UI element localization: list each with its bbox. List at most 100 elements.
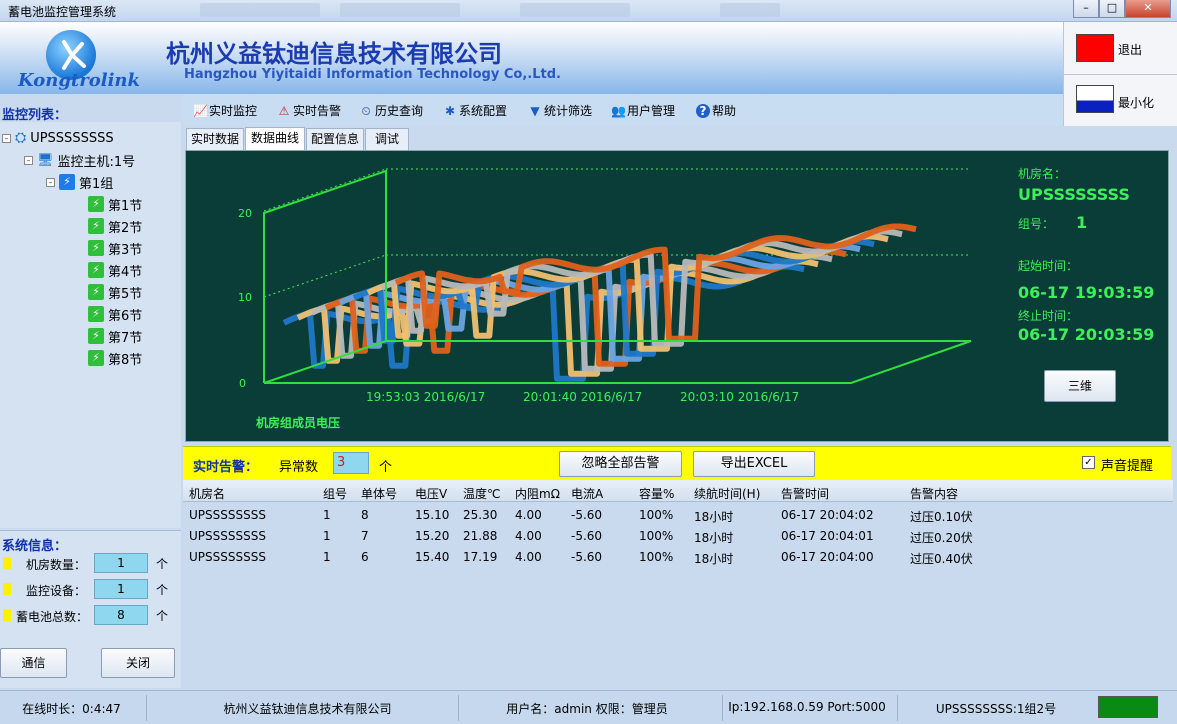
- column-header[interactable]: 单体号: [361, 485, 397, 502]
- tab-data-curve[interactable]: 数据曲线: [245, 127, 305, 150]
- clock-icon: ⏲: [361, 103, 371, 118]
- toolbar-help[interactable]: ? 帮助: [696, 102, 736, 119]
- window-maximize-button[interactable]: □: [1099, 0, 1125, 18]
- tree-node-cell[interactable]: ⚡ 第5节: [88, 282, 142, 302]
- tab-realtime-data[interactable]: 实时数据: [186, 128, 244, 150]
- column-header[interactable]: 告警时间: [781, 485, 829, 502]
- tree-node-cell[interactable]: ⚡ 第6节: [88, 304, 142, 324]
- toolbar-realtime-alarm[interactable]: ⚠ 实时告警: [277, 102, 341, 119]
- window-close-button[interactable]: ✕: [1125, 0, 1171, 18]
- status-user: 用户名：admin 权限：管理员: [506, 702, 668, 716]
- minimize-button[interactable]: [1076, 85, 1114, 113]
- collapse-icon[interactable]: –: [46, 177, 55, 187]
- column-header[interactable]: 容量%: [639, 485, 674, 502]
- toolbar-realtime-monitor[interactable]: 📈 实时监控: [193, 102, 257, 119]
- voltage-chart-panel: 0 10 20 19:53:03 2016/6/17 20:01:40 2016…: [185, 150, 1169, 442]
- table-cell: 18小时: [694, 552, 734, 566]
- tree-node-label: 第3节: [108, 242, 143, 258]
- 3d-view-button[interactable]: 三维: [1044, 370, 1116, 402]
- table-cell: 06-17 20:04:02: [781, 508, 874, 522]
- online-duration: 在线时长：0:4:47: [22, 702, 121, 716]
- toolbar-label: 历史查询: [375, 104, 424, 118]
- room-name-value: UPSSSSSSSS: [1018, 185, 1130, 204]
- table-cell: -5.60: [571, 529, 603, 543]
- start-time-label: 起始时间：: [1018, 259, 1079, 273]
- toolbar-system-config[interactable]: ✱ 系统配置: [443, 102, 507, 119]
- system-info-panel: 系统信息： 机房数量： 1 个 监控设备： 1 个 蓄电池总数： 8 个: [0, 530, 181, 638]
- table-row[interactable]: UPSSSSSSSS 1 8 15.10 25.30 4.00 -5.60 100% 18小时 0…: [183, 506, 1173, 526]
- gear-icon: ✱: [444, 103, 456, 118]
- alarm-count-unit: 个: [379, 460, 393, 475]
- voltage-chart: 0 10 20 19:53:03 2016/6/17 20:01:40 2016…: [238, 168, 972, 430]
- sound-alert-checkbox[interactable]: ✓: [1082, 456, 1095, 469]
- table-cell: 100%: [639, 508, 674, 522]
- y-tick-label: 10: [238, 291, 252, 304]
- column-header[interactable]: 温度℃: [463, 485, 500, 502]
- column-header[interactable]: 电流A: [571, 485, 603, 502]
- battery-group-icon: ⚡: [59, 174, 75, 190]
- alarm-table: 机房名 组号 单体号 电压V 温度℃ 内阻mΩ 电流A 容量% 续航时间(H) 告警时间 告警内容 …: [183, 480, 1173, 688]
- tab-config-info[interactable]: 配置信息: [306, 128, 364, 150]
- tree-node-label: 第4节: [108, 264, 143, 280]
- background-window-tab: [520, 3, 630, 17]
- gridline: [263, 168, 387, 212]
- collapse-icon[interactable]: –: [24, 155, 33, 165]
- indicator: [3, 609, 11, 621]
- tree-node-host[interactable]: – 🖥 监控主机:1号: [24, 150, 135, 170]
- tree-node-cell[interactable]: ⚡ 第3节: [88, 238, 142, 258]
- window-minimize-button[interactable]: –: [1073, 0, 1099, 18]
- tree-node-label: UPSSSSSSSS: [30, 130, 114, 146]
- table-cell: 过压0.10伏: [910, 510, 973, 524]
- unit: 个: [156, 557, 169, 571]
- table-row[interactable]: UPSSSSSSSS 1 7 15.20 21.88 4.00 -5.60 100% 18小时 0…: [183, 527, 1173, 547]
- x-tick-label: 19:53:03 2016/6/17: [366, 390, 485, 404]
- table-cell: UPSSSSSSSS: [189, 529, 266, 543]
- toolbar-history-query[interactable]: ⏲ 历史查询: [359, 102, 423, 119]
- export-excel-button[interactable]: 导出EXCEL: [693, 451, 815, 477]
- column-header[interactable]: 续航时间(H): [694, 485, 760, 502]
- window-title: 蓄电池监控管理系统: [8, 5, 117, 19]
- tab-debug[interactable]: 调试: [365, 128, 409, 150]
- tree-node-root[interactable]: – ⛭ UPSSSSSSSS: [2, 128, 114, 148]
- column-header[interactable]: 内阻mΩ: [515, 485, 560, 502]
- toolbar-user-management[interactable]: 👥 用户管理: [611, 102, 675, 119]
- tree-node-cell[interactable]: ⚡ 第2节: [88, 216, 142, 236]
- table-cell: UPSSSSSSSS: [189, 550, 266, 564]
- divider: [146, 695, 147, 721]
- exit-label: 退出: [1118, 43, 1143, 57]
- background-window-tab: [720, 3, 780, 17]
- column-header[interactable]: 机房名: [189, 485, 225, 502]
- tree-node-label: 第5节: [108, 286, 143, 302]
- collapse-icon[interactable]: –: [2, 133, 11, 143]
- status-company: 杭州义益钛迪信息技术有限公司: [223, 702, 392, 716]
- column-header[interactable]: 组号: [323, 485, 347, 502]
- column-header[interactable]: 告警内容: [910, 485, 958, 502]
- toolbar-label: 实时告警: [293, 104, 342, 118]
- sidebar-title: 监控列表：: [2, 108, 68, 123]
- tree-node-cell[interactable]: ⚡ 第7节: [88, 326, 142, 346]
- app-header: Kongtrolink 杭州义益钛迪信息技术有限公司 Hangzhou Yiyi…: [0, 22, 1063, 94]
- tree-node-label: 监控主机:1号: [57, 154, 136, 170]
- network-icon: ⛭: [15, 130, 27, 146]
- column-header[interactable]: 电压V: [415, 485, 447, 502]
- communicate-button[interactable]: 通信: [0, 648, 67, 678]
- device-count-value: 1: [94, 579, 148, 599]
- tree-node-label: 第6节: [108, 308, 143, 324]
- start-time-value: 06-17 19:03:59: [1018, 283, 1155, 302]
- system-info-title: 系统信息：: [2, 539, 68, 554]
- tree-node-cell[interactable]: ⚡ 第4节: [88, 260, 142, 280]
- tree-node-cell[interactable]: ⚡ 第1节: [88, 194, 142, 214]
- room-count-label: 机房数量：: [26, 558, 87, 572]
- table-cell: 4.00: [515, 529, 542, 543]
- tree-node-cell[interactable]: ⚡ 第8节: [88, 348, 142, 368]
- close-button[interactable]: 关闭: [101, 648, 175, 678]
- toolbar-label: 帮助: [712, 104, 737, 118]
- alarm-count-label: 异常数: [279, 460, 319, 475]
- battery-icon: ⚡: [88, 284, 104, 300]
- tree-node-group[interactable]: – ⚡ 第1组: [46, 172, 113, 192]
- table-row[interactable]: UPSSSSSSSS 1 6 15.40 17.19 4.00 -5.60 100% 18小时 0…: [183, 548, 1173, 568]
- toolbar-statistics-filter[interactable]: ▼ 统计筛选: [528, 102, 592, 119]
- alarm-count-field[interactable]: 3: [333, 452, 369, 474]
- exit-button[interactable]: [1076, 34, 1114, 62]
- ignore-all-alarms-button[interactable]: 忽略全部告警: [559, 451, 682, 477]
